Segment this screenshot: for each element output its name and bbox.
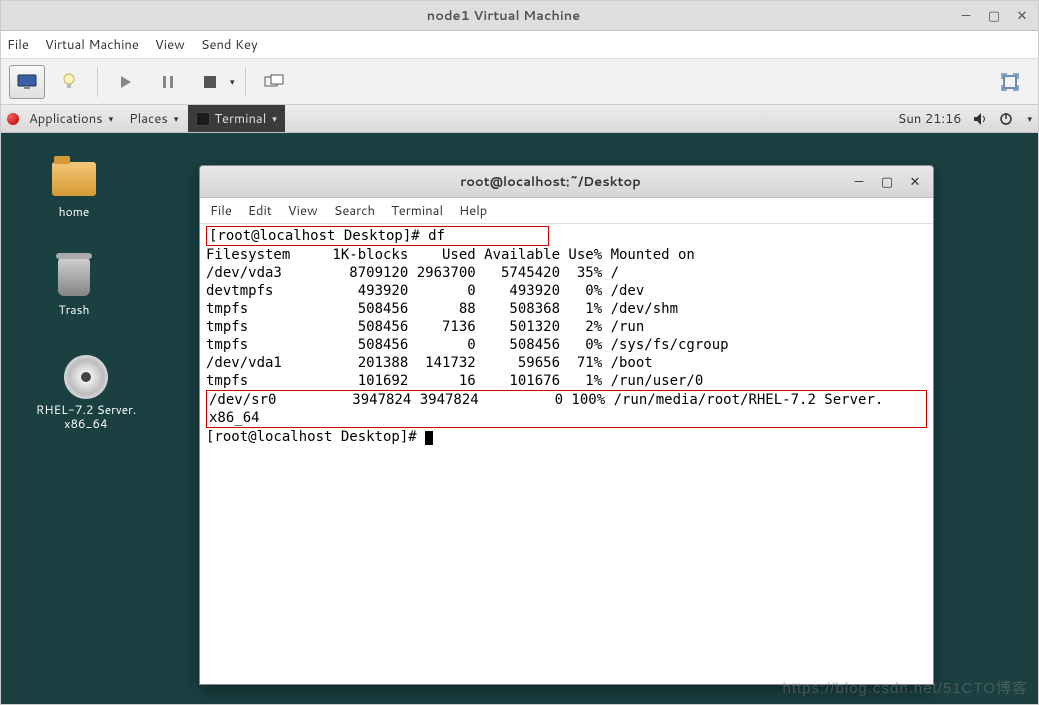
terminal-icon	[196, 112, 210, 126]
terminal-menubar: File Edit View Search Terminal Help	[200, 198, 933, 224]
system-menu-dropdown[interactable]: ▾	[1027, 112, 1032, 125]
trash-icon	[58, 258, 90, 296]
applications-menu[interactable]: Applications▾	[23, 110, 119, 128]
df-row: devtmpfs 493920 0 493920 0% /dev	[206, 283, 644, 299]
bulb-icon	[62, 73, 76, 91]
terminal-title: root@localhost:~/Desktop	[250, 173, 851, 191]
vm-menu-view[interactable]: View	[155, 36, 185, 54]
vm-menu-virtual-machine[interactable]: Virtual Machine	[45, 36, 139, 54]
pause-button[interactable]	[150, 65, 186, 99]
terminal-body[interactable]: [root@localhost Desktop]# df Filesystem …	[200, 224, 933, 684]
fullscreen-button[interactable]	[992, 65, 1028, 99]
fullscreen-icon	[1001, 73, 1019, 91]
taskbar-terminal[interactable]: Terminal▾	[188, 105, 284, 132]
places-label: Places	[129, 110, 168, 128]
vm-menu-file[interactable]: File	[7, 36, 29, 54]
term-menu-edit[interactable]: Edit	[248, 202, 272, 220]
power-menu-icon[interactable]	[999, 112, 1013, 126]
pause-icon	[162, 75, 174, 89]
df-row: tmpfs 508456 0 508456 0% /sys/fs/cgroup	[206, 337, 729, 353]
maximize-icon[interactable]: ▢	[986, 7, 1002, 25]
term-menu-help[interactable]: Help	[459, 202, 487, 220]
vm-menubar: File Virtual Machine View Send Key	[1, 31, 1038, 59]
desktop-icon-label: home	[59, 205, 90, 219]
term-menu-search[interactable]: Search	[334, 202, 375, 220]
monitor-icon	[17, 74, 37, 90]
highlight-sr0-mount: /dev/sr0 3947824 3947824 0 100% /run/med…	[206, 390, 927, 428]
df-row: tmpfs 101692 16 101676 1% /run/user/0	[206, 373, 703, 389]
power-icon	[202, 74, 218, 90]
vm-window-title: node1 Virtual Machine	[49, 7, 958, 25]
df-row: tmpfs 508456 7136 501320 2% /run	[206, 319, 644, 335]
terminal-close-icon[interactable]: ✕	[907, 173, 923, 191]
shutdown-dropdown[interactable]: ▾	[230, 75, 235, 88]
df-header: Filesystem 1K-blocks Used Available Use%…	[206, 247, 695, 263]
df-row: tmpfs 508456 88 508368 1% /dev/shm	[206, 301, 678, 317]
guest-desktop[interactable]: home Trash RHEL-7.2 Server. x86_64 root@…	[1, 133, 1038, 704]
terminal-prompt: [root@localhost Desktop]#	[206, 429, 425, 445]
df-row: /dev/vda3 8709120 2963700 5745420 35% /	[206, 265, 619, 281]
console-button[interactable]	[9, 65, 45, 99]
disc-icon	[64, 355, 108, 399]
term-menu-view[interactable]: View	[288, 202, 318, 220]
close-icon[interactable]: ✕	[1014, 7, 1030, 25]
applications-label: Applications	[29, 110, 103, 128]
places-menu[interactable]: Places▾	[123, 110, 184, 128]
terminal-window: root@localhost:~/Desktop — ▢ ✕ File Edit…	[199, 165, 934, 685]
desktop-icon-label: RHEL-7.2 Server. x86_64	[36, 403, 136, 432]
terminal-maximize-icon[interactable]: ▢	[879, 173, 895, 191]
vm-menu-send-key[interactable]: Send Key	[201, 36, 258, 54]
term-menu-terminal[interactable]: Terminal	[391, 202, 443, 220]
minimize-icon[interactable]: —	[958, 7, 974, 25]
cursor-icon	[425, 431, 433, 445]
highlight-df-command: [root@localhost Desktop]# df	[206, 226, 549, 246]
screens-icon	[264, 74, 284, 90]
volume-icon[interactable]	[973, 112, 987, 126]
term-menu-file[interactable]: File	[210, 202, 232, 220]
gnome-top-panel: Applications▾ Places▾ Terminal▾ Sun 21:1…	[1, 105, 1038, 133]
redhat-icon	[7, 113, 19, 125]
watermark-text: https://blog.csdn.net/51CTO博客	[783, 677, 1029, 698]
taskbar-terminal-label: Terminal	[214, 110, 266, 128]
play-icon	[120, 75, 132, 89]
vm-toolbar: ▾	[1, 59, 1038, 105]
shutdown-button[interactable]	[192, 65, 228, 99]
terminal-titlebar[interactable]: root@localhost:~/Desktop — ▢ ✕	[200, 166, 933, 198]
desktop-icon-rhel-disc[interactable]: RHEL-7.2 Server. x86_64	[31, 355, 141, 432]
desktop-icon-home[interactable]: home	[31, 157, 117, 219]
snapshot-button[interactable]	[256, 65, 292, 99]
desktop-icon-trash[interactable]: Trash	[31, 255, 117, 317]
info-button[interactable]	[51, 65, 87, 99]
desktop-icon-label: Trash	[59, 303, 90, 317]
folder-icon	[52, 162, 96, 196]
terminal-minimize-icon[interactable]: —	[851, 173, 867, 191]
df-row: /dev/vda1 201388 141732 59656 71% /boot	[206, 355, 653, 371]
clock-label[interactable]: Sun 21:16	[898, 110, 962, 128]
run-button[interactable]	[108, 65, 144, 99]
vm-titlebar: node1 Virtual Machine — ▢ ✕	[1, 1, 1038, 31]
